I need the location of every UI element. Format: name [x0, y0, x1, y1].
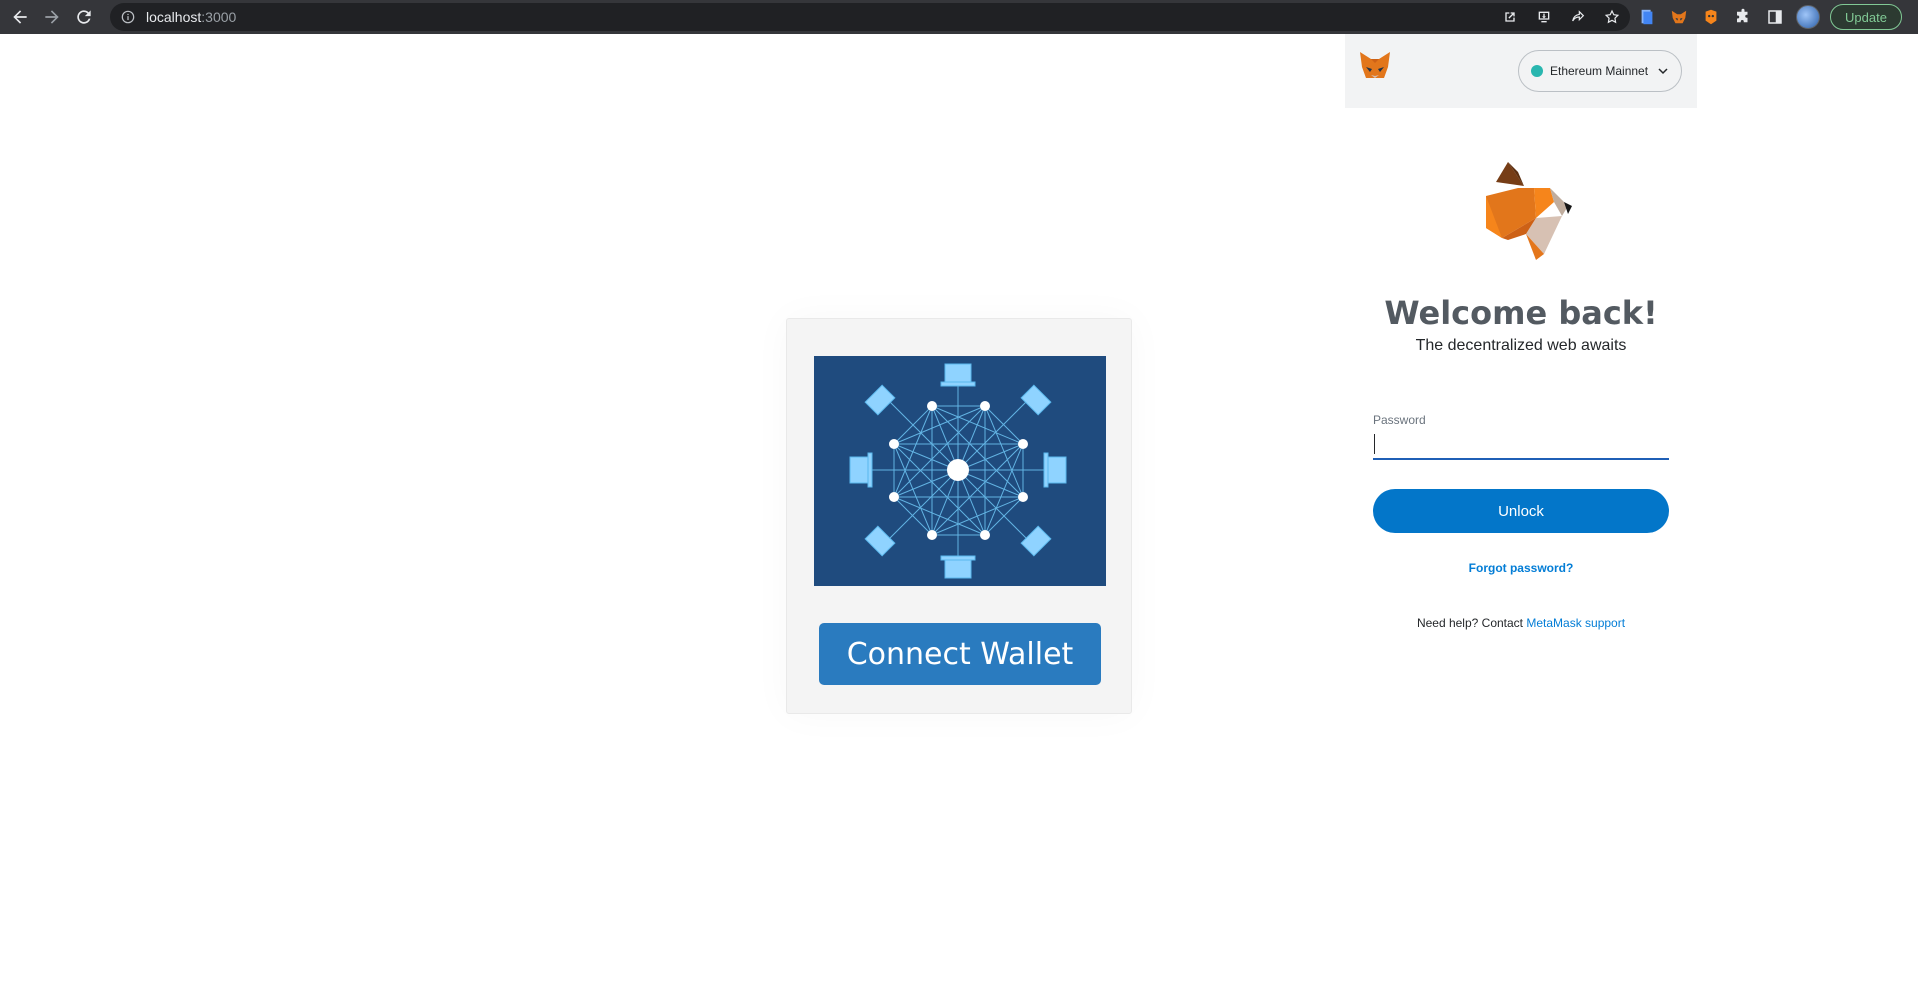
forward-button[interactable]: [36, 1, 68, 33]
metamask-header: Ethereum Mainnet: [1345, 34, 1697, 108]
info-icon[interactable]: [120, 9, 136, 25]
more-menu-icon[interactable]: [1912, 5, 1918, 29]
metamask-support-link[interactable]: MetaMask support: [1526, 616, 1625, 630]
browser-toolbar: localhost:3000 Update: [0, 0, 1918, 34]
metamask-extension-icon[interactable]: [1668, 6, 1690, 28]
network-illustration: [814, 356, 1106, 586]
metamask-fox-icon: [1357, 48, 1393, 84]
help-text: Need help? Contact MetaMask support: [1345, 616, 1697, 630]
open-in-new-icon[interactable]: [1500, 7, 1520, 27]
update-button[interactable]: Update: [1830, 4, 1902, 30]
network-label: Ethereum Mainnet: [1550, 64, 1649, 78]
bookmark-star-icon[interactable]: [1602, 7, 1622, 27]
unlock-button[interactable]: Unlock: [1373, 489, 1669, 533]
install-app-icon[interactable]: [1534, 7, 1554, 27]
password-input[interactable]: [1373, 430, 1669, 460]
password-label: Password: [1373, 413, 1426, 427]
help-prefix: Need help? Contact: [1416, 616, 1527, 630]
connect-card: Connect Wallet: [786, 318, 1132, 714]
fox-extension-icon[interactable]: [1700, 6, 1722, 28]
url-host: localhost: [146, 9, 202, 25]
text-caret: [1374, 434, 1375, 454]
arrow-right-icon: [45, 10, 59, 24]
chevron-down-icon: [1657, 64, 1669, 76]
reload-icon: [77, 10, 91, 24]
network-status-dot: [1531, 65, 1543, 77]
document-extension-icon[interactable]: [1636, 6, 1658, 28]
reload-button[interactable]: [68, 1, 100, 33]
connect-wallet-button[interactable]: Connect Wallet: [819, 623, 1101, 685]
welcome-title: Welcome back!: [1384, 294, 1658, 332]
back-button[interactable]: [4, 1, 36, 33]
share-icon[interactable]: [1568, 7, 1588, 27]
welcome-tagline: The decentralized web awaits: [1415, 337, 1627, 354]
url-port: :3000: [201, 9, 237, 25]
side-panel-icon[interactable]: [1764, 6, 1786, 28]
arrow-left-icon: [13, 10, 27, 24]
forgot-password-link[interactable]: Forgot password?: [1345, 561, 1697, 575]
profile-avatar[interactable]: [1796, 5, 1820, 29]
puzzle-extensions-icon[interactable]: [1732, 6, 1754, 28]
address-bar[interactable]: localhost:3000: [110, 3, 1630, 31]
network-selector[interactable]: Ethereum Mainnet: [1518, 50, 1682, 92]
metamask-fox-logo: [1478, 158, 1578, 264]
